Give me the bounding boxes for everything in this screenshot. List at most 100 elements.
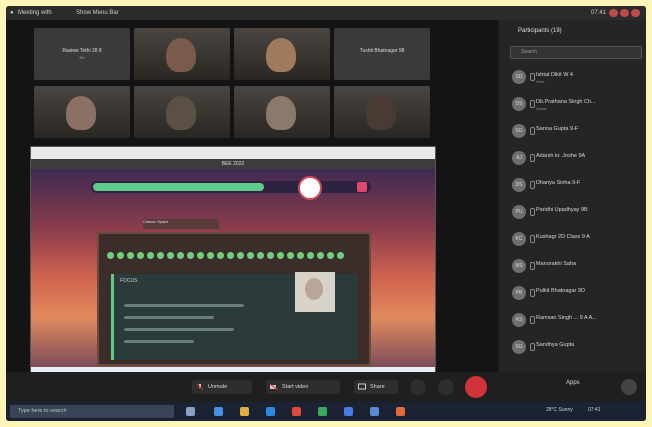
participant-item[interactable]: PU Paridhi Upadhyay 9B [500, 199, 646, 226]
question-dot [187, 252, 194, 259]
question-dot [327, 252, 334, 259]
microphone-icon [530, 73, 535, 81]
minimize-icon[interactable] [609, 9, 618, 17]
participant-item[interactable]: KC Kushagr 2D Class 9 A [500, 226, 646, 253]
person-silhouette [266, 96, 296, 130]
menu-bar-toggle[interactable]: Show Menu Bar [76, 6, 119, 20]
game-progress-fill [93, 183, 265, 191]
participant-item[interactable]: SD Ishtat Dikit W 4 Host [500, 64, 646, 91]
profile-avatar[interactable] [621, 379, 637, 395]
participant-item[interactable]: AJ Adarsh kr. Joshe 9A [500, 145, 646, 172]
participant-name-tile[interactable]: Tushti Bhatnagar 98 [334, 28, 430, 80]
task-view-icon[interactable] [186, 407, 195, 416]
shared-browser-bar [31, 147, 435, 159]
video-stage: Rasiwe Tethi 28 8 Rd Tushti Bhatnagar 98 B… [6, 20, 498, 398]
question-dot [227, 252, 234, 259]
unmute-button[interactable]: Unmute [192, 380, 252, 394]
participant-name: Pulkit Bhatnagar 9D [536, 288, 585, 294]
app-icon[interactable] [396, 407, 405, 416]
participant-name: Rasiwe Tethi 28 8 [62, 48, 102, 54]
game-progress-bar [91, 181, 371, 193]
question-dot [217, 252, 224, 259]
weather-widget[interactable]: 28°C Sunny [546, 407, 573, 413]
microphone-icon [530, 343, 535, 351]
edge-icon[interactable] [214, 407, 223, 416]
participant-name: Sanna Gupta 9-F [536, 126, 579, 132]
question-dots [107, 252, 357, 260]
participant-video-tile[interactable] [334, 86, 430, 138]
microphone-icon [530, 289, 535, 297]
reactions-button[interactable] [410, 379, 426, 395]
answer-line [124, 304, 244, 307]
question-dot [157, 252, 164, 259]
office-icon[interactable] [292, 407, 301, 416]
question-dot [167, 252, 174, 259]
participant-item[interactable]: SG Sandhya Gupta [500, 334, 646, 361]
chrome-icon[interactable] [318, 407, 327, 416]
board-tabs[interactable]: Classic Space [143, 219, 219, 229]
titlebar-time: 07:41 [591, 10, 607, 16]
avatar: DS [512, 178, 526, 192]
file-explorer-icon[interactable] [240, 407, 249, 416]
game-exit-button[interactable] [357, 182, 367, 192]
avatar: SG [512, 124, 526, 138]
participant-name: Tushti Bhatnagar 98 [359, 48, 405, 54]
participant-item[interactable]: PB Pulkit Bhatnagar 9D [500, 280, 646, 307]
avatar: KC [512, 232, 526, 246]
avatar: AJ [512, 151, 526, 165]
microphone-icon [530, 208, 535, 216]
participant-name: Paridhi Upadhyay 9B [536, 207, 588, 213]
more-options-button[interactable] [438, 379, 454, 395]
presenter-video [295, 272, 335, 312]
share-button[interactable]: Share [354, 380, 398, 394]
person-silhouette [166, 96, 196, 130]
microphone-icon [530, 181, 535, 189]
store-icon[interactable] [266, 407, 275, 416]
participant-list: SD Ishtat Dikit W 4 Host DS Db.Prathana Sing… [500, 64, 646, 361]
end-call-button[interactable] [465, 376, 487, 398]
question-dot [207, 252, 214, 259]
start-video-button[interactable]: Start video [266, 380, 340, 394]
person-silhouette [166, 38, 196, 72]
app-icon: ● [10, 10, 14, 16]
meeting-app-icon[interactable] [370, 407, 379, 416]
participant-item[interactable]: RS Ramsan Singh ... 9 A A... [500, 307, 646, 334]
participant-role: Host [536, 79, 545, 84]
question-dot [267, 252, 274, 259]
microphone-icon [530, 100, 535, 108]
participant-name-tile[interactable]: Rasiwe Tethi 28 8 Rd [34, 28, 130, 80]
person-silhouette [366, 96, 396, 130]
microphone-icon [530, 262, 535, 270]
question-dot [117, 252, 124, 259]
question-dot [177, 252, 184, 259]
participant-name: Db.Prathana Singh Ch... [536, 99, 596, 105]
shared-screen[interactable]: BEE 2022 Classic Space FOCUS [30, 146, 436, 398]
participant-video-tile[interactable] [234, 28, 330, 80]
participant-search-input[interactable]: Search [510, 46, 642, 59]
participant-item[interactable]: DS Db.Prathana Singh Ch... Guest [500, 91, 646, 118]
participant-name: Sandhya Gupta [536, 342, 575, 348]
timer-icon [298, 176, 322, 200]
participant-name: Manorakhi Saha [536, 261, 577, 267]
participant-video-tile[interactable] [134, 28, 230, 80]
participant-video-tile[interactable] [34, 86, 130, 138]
avatar: RS [512, 313, 526, 327]
participant-video-tile[interactable] [234, 86, 330, 138]
mail-icon[interactable] [344, 407, 353, 416]
participants-title: Participants (19) [518, 28, 562, 34]
participant-name: Dhanya Sinha 9-F [536, 180, 581, 186]
close-icon[interactable] [631, 9, 640, 17]
participant-item[interactable]: DS Dhanya Sinha 9-F [500, 172, 646, 199]
participant-item[interactable]: SG Sanna Gupta 9-F [500, 118, 646, 145]
microphone-icon [530, 127, 535, 135]
participant-video-tile[interactable] [134, 86, 230, 138]
maximize-icon[interactable] [620, 9, 629, 17]
screen: ● Meeting with Show Menu Bar 07:41 Rasiw… [6, 6, 646, 421]
participant-name: Kushagr 2D Class 9 A [536, 234, 590, 240]
taskbar-search-input[interactable]: Type here to search [10, 405, 174, 418]
apps-button[interactable]: Apps [566, 380, 580, 386]
question-dot [337, 252, 344, 259]
app-title: Meeting with [18, 10, 52, 16]
participant-item[interactable]: MS Manorakhi Saha [500, 253, 646, 280]
microphone-icon [530, 316, 535, 324]
